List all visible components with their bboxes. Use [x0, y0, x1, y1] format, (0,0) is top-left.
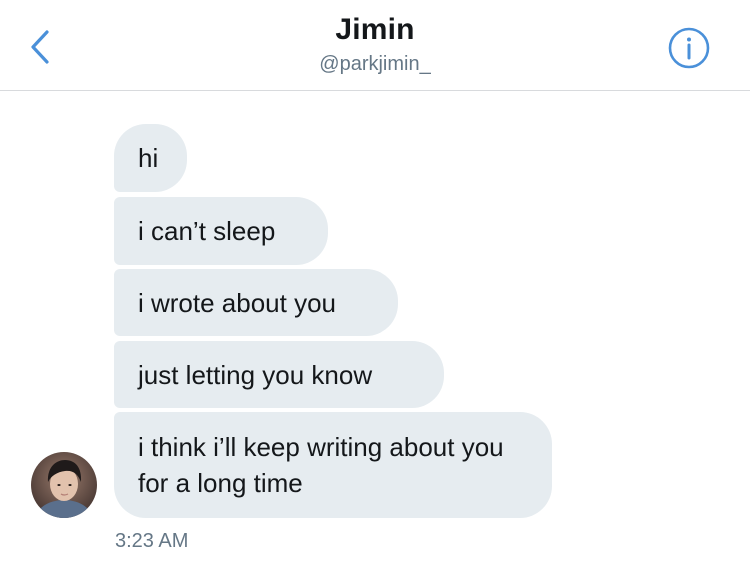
message-bubble[interactable]: i think i’ll keep writing about you for …	[114, 412, 552, 518]
message-text: just letting you know	[138, 359, 373, 390]
header-title-group[interactable]: Jimin @parkjimin_	[0, 12, 750, 77]
info-button[interactable]	[667, 26, 711, 70]
contact-handle: @parkjimin_	[319, 53, 431, 75]
contact-name: Jimin	[335, 13, 415, 46]
message-text: i can’t sleep	[138, 216, 276, 246]
info-circle-icon	[668, 27, 710, 69]
conversation-header: Jimin @parkjimin_	[0, 0, 750, 91]
message-bubble[interactable]: i wrote about you	[114, 269, 398, 336]
message-text: i wrote about you	[138, 287, 337, 318]
message-timestamp: 3:23 AM	[115, 530, 189, 552]
message-bubble[interactable]: i can’t sleep	[114, 197, 328, 265]
message-bubble[interactable]: just letting you know	[114, 341, 444, 408]
avatar[interactable]	[31, 452, 97, 518]
message-bubble[interactable]: hi	[114, 124, 187, 192]
avatar-photo	[31, 452, 97, 518]
dm-conversation-screen: Jimin @parkjimin_ hi i can’t sleep i wro…	[0, 0, 750, 570]
message-text: i think i’ll keep writing about you for …	[138, 432, 504, 498]
message-text: hi	[138, 143, 159, 173]
